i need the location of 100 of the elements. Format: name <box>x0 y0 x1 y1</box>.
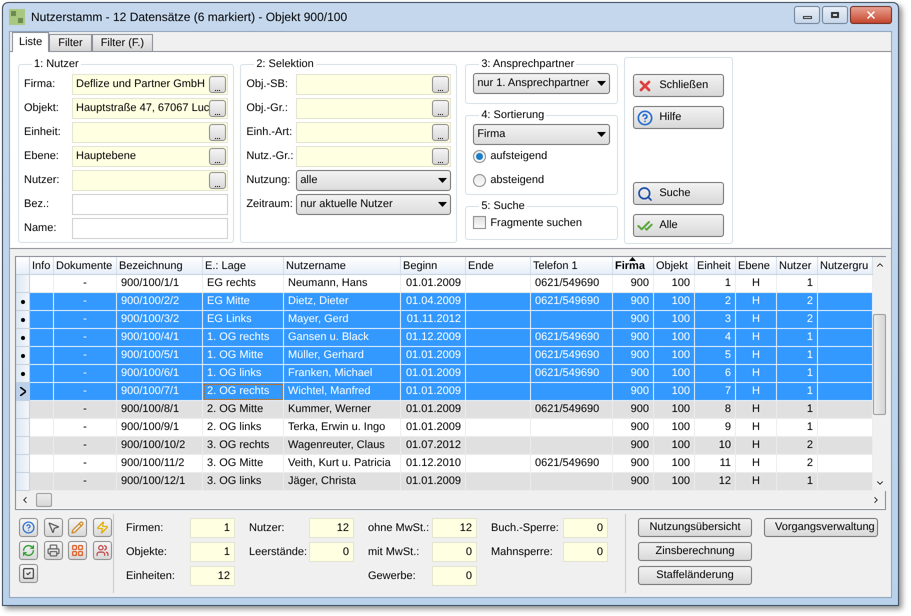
action-button[interactable]: Alle <box>633 214 724 237</box>
statistic-label: Gewerbe: <box>368 568 417 584</box>
close-button[interactable] <box>850 6 892 24</box>
table-cell: 100 <box>672 439 690 451</box>
table-cell: 100 <box>672 331 690 343</box>
lookup-field[interactable] <box>296 122 452 143</box>
column-header[interactable]: Nutzername <box>284 257 401 274</box>
column-header[interactable]: Nutzer <box>777 257 818 274</box>
tab[interactable]: Filter (F.) <box>92 34 154 51</box>
report-button[interactable]: Zinsberechnung <box>638 542 752 561</box>
column-header[interactable]: Beginn <box>401 257 466 274</box>
table-cell: 10 <box>718 439 731 451</box>
table-cell: - <box>83 403 87 415</box>
browse-button[interactable] <box>432 100 450 117</box>
lookup-field[interactable]: Hauptstraße 47, 67067 Luc <box>72 98 228 119</box>
column-header[interactable]: E.: Lage <box>203 257 284 274</box>
lookup-field[interactable] <box>296 98 452 119</box>
table-cell: 100 <box>672 295 690 307</box>
column-header[interactable]: Objekt <box>654 257 695 274</box>
dropdown-value: nur 1. Ansprechpartner <box>477 76 590 91</box>
group-title: 5: Suche <box>480 199 526 214</box>
scroll-thumb[interactable] <box>873 314 886 415</box>
input-field[interactable] <box>72 194 228 215</box>
row-header[interactable] <box>16 347 30 365</box>
column-header[interactable]: Einheit <box>695 257 736 274</box>
table-cell: 900 <box>630 277 649 289</box>
minimize-icon <box>802 16 812 19</box>
help-button[interactable] <box>19 518 38 537</box>
row-header[interactable] <box>16 329 30 347</box>
table-row[interactable]: - 900/100/1/1 EG rechts Neumann, Hans 01.01.2009 0621/549690 900 100 1 H 1 <box>16 275 873 293</box>
table-cell: 1 <box>806 421 813 433</box>
table-row[interactable]: - 900/100/11/2 3. OG Mitte Veith, Kurt u. Patricia 01.12.2010 0621/549690 900 100 11 H 2 <box>16 455 873 473</box>
table-row[interactable]: - 900/100/10/2 3. OG rechts Wagenreuter, Claus 01.07.2012 900 100 10 H 2 <box>16 437 873 455</box>
tab[interactable]: Liste <box>12 32 50 52</box>
checkbox-button[interactable] <box>19 564 38 583</box>
browse-button[interactable] <box>209 124 226 141</box>
browse-button[interactable] <box>209 76 226 93</box>
statistic-label: Mahnsperre: <box>491 544 554 560</box>
row-header[interactable] <box>16 311 30 329</box>
printer-button[interactable] <box>44 541 62 560</box>
table-row[interactable]: - 900/100/12/1 3. OG links Jäger, Christa 01.01.2009 900 100 12 H 1 <box>16 473 873 491</box>
row-header[interactable] <box>16 293 30 311</box>
dropdown[interactable]: alle <box>296 170 452 191</box>
browse-button[interactable] <box>209 100 226 117</box>
table-cell: 2. OG links <box>207 421 262 433</box>
column-header[interactable]: Ende <box>466 257 531 274</box>
statistic-value: 0 <box>563 518 608 538</box>
checkbox[interactable] <box>473 216 486 230</box>
report-button[interactable]: Nutzungsübersicht <box>638 518 752 537</box>
lightning-button[interactable] <box>92 518 112 537</box>
table-cell: 11 <box>720 457 731 469</box>
lookup-field[interactable]: Hauptebene <box>72 146 228 167</box>
people-button[interactable] <box>92 541 112 560</box>
group-title: 4: Sortierung <box>480 108 546 123</box>
column-header[interactable]: Firma <box>613 257 654 274</box>
lookup-field[interactable] <box>72 122 228 143</box>
table-row[interactable]: - 900/100/8/1 2. OG Mitte Kummer, Werner 01.01.2009 0621/549690 900 100 8 H 1 <box>16 401 873 419</box>
browse-button[interactable] <box>432 76 450 93</box>
dropdown[interactable]: nur 1. Ansprechpartner <box>473 72 610 94</box>
column-header[interactable]: Dokumente <box>54 257 117 274</box>
pointer-button[interactable] <box>44 518 62 537</box>
column-header[interactable]: Info <box>30 257 54 274</box>
table-cell: 900/100/8/1 <box>121 403 180 415</box>
action-button[interactable]: Suche <box>633 182 724 205</box>
people-icon <box>96 544 108 557</box>
dropdown[interactable]: nur aktuelle Nutzer <box>296 194 452 215</box>
tab[interactable]: Filter <box>49 34 92 51</box>
table-cell: 900/100/1/1 <box>121 277 180 289</box>
report-button[interactable]: Staffeländerung <box>638 566 752 585</box>
radio-button[interactable] <box>473 150 486 163</box>
column-header[interactable]: Telefon 1 <box>531 257 613 274</box>
lookup-field[interactable]: Deflize und Partner GmbH <box>72 74 228 95</box>
dropdown[interactable]: Firma <box>473 124 610 144</box>
browse-button[interactable] <box>432 148 450 165</box>
scroll-thumb[interactable] <box>36 492 52 506</box>
horizontal-scrollbar[interactable] <box>16 491 885 508</box>
pencil-button[interactable] <box>68 518 87 537</box>
radio-label: aufsteigend <box>490 149 548 164</box>
row-header[interactable] <box>16 383 30 401</box>
lookup-field[interactable] <box>296 146 452 167</box>
report-button[interactable]: Vorgangsverwaltung <box>764 518 878 537</box>
radio-button[interactable] <box>473 174 486 187</box>
lookup-field[interactable] <box>72 170 228 191</box>
action-button[interactable]: Hilfe <box>633 106 724 129</box>
input-field[interactable] <box>72 218 228 239</box>
minimize-button[interactable] <box>794 6 820 24</box>
row-header[interactable] <box>16 365 30 383</box>
browse-button[interactable] <box>209 148 226 165</box>
pointer-icon <box>46 521 60 534</box>
table-cell: H <box>752 439 760 451</box>
grid-button[interactable] <box>68 541 87 560</box>
table-row[interactable]: - 900/100/9/1 2. OG links Terka, Erwin u. Ingo 01.01.2009 900 100 9 H 1 <box>16 419 873 437</box>
column-header[interactable]: Ebene <box>736 257 777 274</box>
column-header[interactable]: Bezeichnung <box>117 257 203 274</box>
lookup-field[interactable] <box>296 74 452 95</box>
browse-button[interactable] <box>432 124 450 141</box>
maximize-button[interactable] <box>822 6 848 24</box>
field-label: Nutzung: <box>246 173 292 188</box>
action-button[interactable]: Schließen <box>633 74 724 97</box>
browse-button[interactable] <box>209 172 226 189</box>
